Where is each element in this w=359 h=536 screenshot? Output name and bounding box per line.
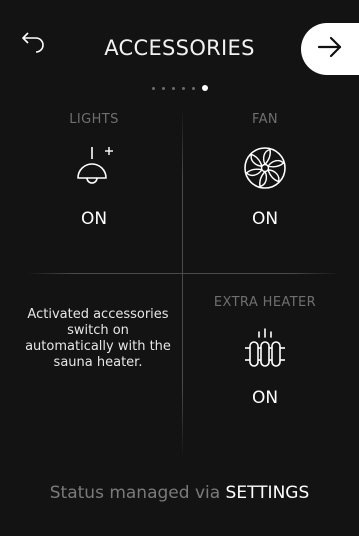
- heater-icon: [185, 326, 345, 372]
- page-dot: [171, 86, 175, 90]
- accessories-screen: ACCESSORIES LIGHTS ON FAN ON Activated a…: [0, 0, 359, 536]
- footer-text: Status managed via: [49, 483, 221, 503]
- fan-icon: [185, 145, 345, 191]
- page-dot: [181, 86, 185, 90]
- footer-status: Status managed via SETTINGS: [0, 483, 359, 503]
- extra-heater-label: EXTRA HEATER: [213, 295, 317, 310]
- next-button[interactable]: [301, 23, 359, 75]
- page-dot: [191, 86, 195, 90]
- fan-label: FAN: [251, 112, 279, 127]
- horizontal-divider: [26, 273, 340, 274]
- vertical-divider: [182, 108, 183, 458]
- lights-label: LIGHTS: [69, 112, 119, 127]
- extra-heater-state: ON: [251, 388, 279, 408]
- info-text: Activated accessories switch on automati…: [25, 307, 171, 370]
- lights-state: ON: [80, 209, 108, 229]
- arrow-right-icon: [317, 36, 343, 62]
- page-dot-active: [201, 85, 208, 91]
- fan-tile[interactable]: FAN ON: [185, 112, 345, 229]
- lights-tile[interactable]: LIGHTS ON: [14, 112, 174, 229]
- extra-heater-tile[interactable]: EXTRA HEATER ON: [185, 295, 345, 408]
- fan-state: ON: [251, 209, 279, 229]
- settings-link[interactable]: SETTINGS: [226, 483, 310, 503]
- page-dot: [151, 86, 155, 90]
- lamp-icon: [14, 145, 174, 191]
- page-indicator: [0, 85, 359, 91]
- page-dot: [161, 86, 165, 90]
